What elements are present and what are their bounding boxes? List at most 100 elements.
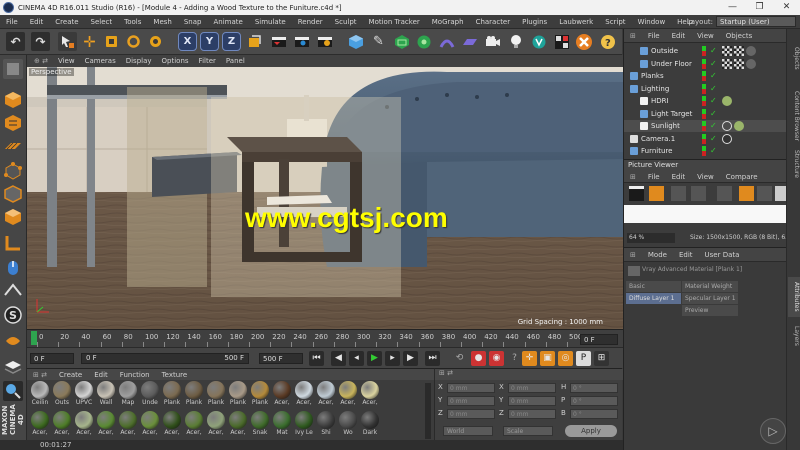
material-swatch[interactable]: Acer, <box>30 411 50 437</box>
menu-file[interactable]: File <box>0 18 24 26</box>
material-swatch[interactable]: Plank <box>184 381 204 407</box>
cloner-icon[interactable] <box>414 32 433 51</box>
object-menu-edit[interactable]: Edit <box>666 32 692 40</box>
enabled-check-icon[interactable]: ✓ <box>710 96 720 106</box>
enabled-check-icon[interactable]: ✓ <box>710 134 720 144</box>
viewport-menu-view[interactable]: View <box>53 57 80 65</box>
object-menu-view[interactable]: View <box>691 32 720 40</box>
object-tree-item[interactable]: Lighting ✓ <box>624 83 787 95</box>
play-icon[interactable]: ▶ <box>367 351 382 366</box>
deformer-icon[interactable] <box>437 32 456 51</box>
material-swatch[interactable]: Plank <box>228 381 248 407</box>
material-swatch[interactable]: Ivy Le <box>294 411 314 437</box>
visibility-dots-icon[interactable] <box>702 46 706 56</box>
material-swatch[interactable]: UPVC <box>74 381 94 407</box>
material-swatch[interactable]: Acer, <box>294 381 314 407</box>
pv-compare-icon[interactable] <box>717 186 732 201</box>
previous-key-icon[interactable]: ◀ <box>331 351 346 366</box>
material-swatch[interactable]: Acer, <box>162 411 182 437</box>
visibility-dots-icon[interactable] <box>702 108 706 119</box>
next-key-icon[interactable]: ▶ <box>403 351 418 366</box>
coordinate-mode-dropdown[interactable]: World <box>443 426 493 436</box>
material-swatch[interactable]: Plank <box>250 381 270 407</box>
timeline-ruler[interactable]: 0 20 40 60 80 100 120 140 160 180 200 220 240 260 280 3… <box>27 329 623 347</box>
coord-rotation-field[interactable]: 0 ° <box>570 396 618 406</box>
enabled-check-icon[interactable]: ✓ <box>710 109 720 119</box>
viewport-menu-options[interactable]: Options <box>157 57 194 65</box>
material-swatch[interactable]: Acer, <box>118 411 138 437</box>
attr-menu-edit[interactable]: Edit <box>673 251 699 259</box>
coord-size-field[interactable]: 0 mm <box>508 383 556 393</box>
object-tree-item[interactable]: Under Floor ✓ <box>624 58 787 70</box>
coord-position-field[interactable]: 0 mm <box>447 383 495 393</box>
pv-channel-icon[interactable] <box>691 186 706 201</box>
enabled-check-icon[interactable]: ✓ <box>710 46 720 56</box>
material-swatch[interactable]: Acer, <box>140 411 160 437</box>
material-swatch[interactable]: Wall <box>96 381 116 407</box>
material-menu-edit[interactable]: Edit <box>88 371 114 379</box>
object-tree-item[interactable]: Planks ✓ <box>624 70 787 82</box>
visibility-dots-icon[interactable] <box>702 58 706 69</box>
move-icon[interactable]: ✛ <box>80 32 99 51</box>
pv-info-icon[interactable] <box>757 186 772 201</box>
object-tree-item[interactable]: Furniture ✓ <box>624 145 787 157</box>
right-tab-layers[interactable]: Layers <box>788 321 800 351</box>
go-to-start-icon[interactable]: ⏮ <box>309 351 324 366</box>
material-scrollbar[interactable] <box>425 383 431 439</box>
menu-plugins[interactable]: Plugins <box>516 18 553 26</box>
coord-position-field[interactable]: 0 mm <box>447 396 495 406</box>
point-level-icon[interactable]: ⊞ <box>594 351 609 366</box>
material-swatch[interactable]: Ceilin <box>30 381 50 407</box>
material-tag-icon[interactable] <box>722 46 732 56</box>
material-swatch[interactable]: Acer, <box>206 411 226 437</box>
layer-manager-icon[interactable] <box>3 357 23 377</box>
material-swatch[interactable]: Acer, <box>52 411 72 437</box>
record-active-icon[interactable]: ● <box>471 351 486 366</box>
go-to-end-icon[interactable]: ⏭ <box>425 351 440 366</box>
pv-render-icon[interactable] <box>629 186 644 201</box>
pv-menu-view[interactable]: View <box>691 173 720 181</box>
material-menu-texture[interactable]: Texture <box>156 371 194 379</box>
render-settings-icon[interactable] <box>316 32 335 51</box>
frame-range-slider[interactable]: 0 F 500 F <box>81 353 249 364</box>
viewport-menu-cameras[interactable]: Cameras <box>80 57 121 65</box>
material-swatch[interactable]: Wo <box>338 411 358 437</box>
live-selection-icon[interactable] <box>58 32 77 51</box>
next-frame-icon[interactable]: ▸ <box>385 351 400 366</box>
menu-render[interactable]: Render <box>292 18 329 26</box>
viewport-menu-panel[interactable]: Panel <box>221 57 250 65</box>
enable-axis-icon[interactable] <box>3 233 23 253</box>
light-icon[interactable] <box>506 32 525 51</box>
current-frame-field[interactable]: 0 F <box>580 334 618 345</box>
scale-icon[interactable] <box>102 32 121 51</box>
redo-icon[interactable]: ↷ <box>31 32 50 51</box>
menu-window[interactable]: Window <box>632 18 672 26</box>
coord-position-field[interactable]: 0 mm <box>447 409 495 419</box>
enabled-check-icon[interactable]: ✓ <box>710 59 720 69</box>
material-tag-icon[interactable] <box>746 58 756 69</box>
menu-script[interactable]: Script <box>599 18 631 26</box>
attr-menu-user-data[interactable]: User Data <box>699 251 746 259</box>
undo-icon[interactable]: ↶ <box>6 32 25 51</box>
position-key-icon[interactable]: ✛ <box>522 351 537 366</box>
points-mode-icon[interactable] <box>3 161 23 181</box>
material-tag-icon[interactable] <box>746 46 756 56</box>
previous-frame-icon[interactable]: ◂ <box>349 351 364 366</box>
pv-menu-edit[interactable]: Edit <box>666 173 692 181</box>
pv-zoom-dropdown[interactable]: 64 % <box>627 233 675 243</box>
menu-edit[interactable]: Edit <box>24 18 50 26</box>
attr-tab-preview[interactable]: Preview <box>682 305 738 316</box>
recent-tools-icon[interactable] <box>146 32 165 51</box>
material-swatch[interactable]: Snak <box>250 411 270 437</box>
object-tree-item[interactable]: Camera.1 ✓ <box>624 133 787 145</box>
material-swatch[interactable]: Acer, <box>96 411 116 437</box>
right-tab-content-browser[interactable]: Content Browser <box>788 87 800 145</box>
tweak-mode-icon[interactable] <box>3 258 23 278</box>
z-axis-lock-button[interactable]: Z <box>222 32 241 51</box>
vray-frame-buffer-icon[interactable] <box>552 32 571 51</box>
target-tag-icon[interactable] <box>722 121 732 131</box>
material-tag-icon[interactable] <box>722 58 732 69</box>
object-tree-item[interactable]: Light Target ✓ <box>624 108 787 120</box>
restore-button[interactable]: ❐ <box>746 0 773 15</box>
perspective-viewport[interactable]: Perspective www.cgtsj.com Grid Spacing :… <box>27 67 623 329</box>
